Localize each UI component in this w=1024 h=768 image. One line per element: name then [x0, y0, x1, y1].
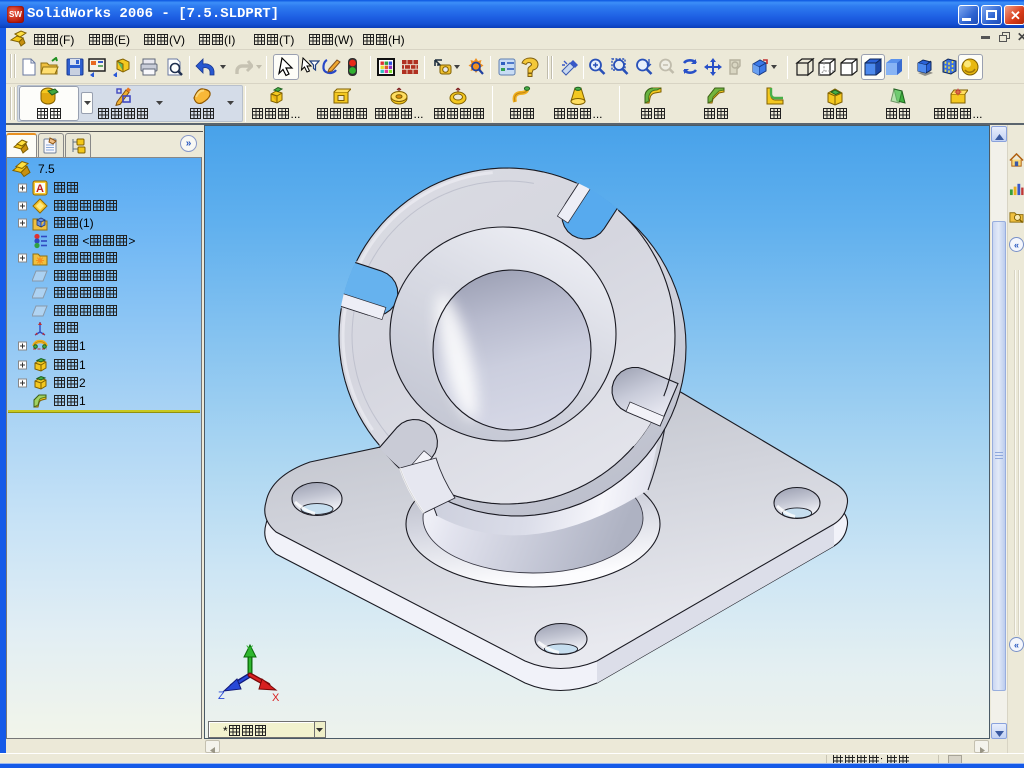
svg-text:Y: Y: [246, 644, 254, 656]
svg-text:A: A: [36, 183, 44, 195]
svg-text:X: X: [272, 692, 280, 704]
svg-text:Z: Z: [218, 690, 225, 702]
